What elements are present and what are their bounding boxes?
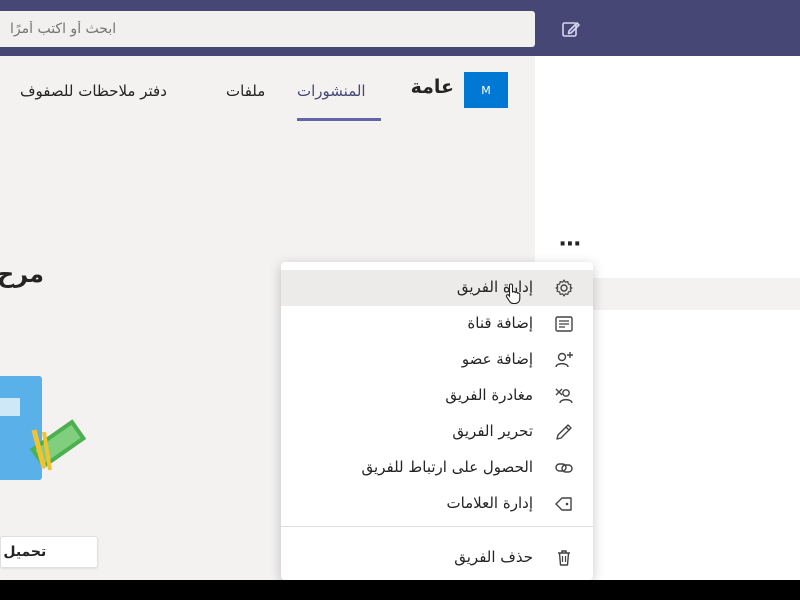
- add-member-icon: [553, 350, 575, 370]
- menu-item-manage-team[interactable]: إدارة الفريق: [281, 270, 593, 306]
- channel-header: M عامة المنشورات ملفات دفتر ملاحظات للصف…: [0, 56, 535, 126]
- channel-title: عامة: [410, 76, 454, 98]
- trash-icon: [553, 548, 575, 568]
- menu-item-label: إضافة قناة: [467, 314, 533, 332]
- mouse-cursor-icon: [505, 283, 523, 305]
- menu-item-add-member[interactable]: إضافة عضو: [281, 342, 593, 378]
- search-box[interactable]: [0, 11, 535, 47]
- menu-item-label: مغادرة الفريق: [445, 386, 533, 404]
- pencil-icon: [553, 422, 575, 442]
- menu-item-label: تحرير الفريق: [452, 422, 533, 440]
- welcome-illustration: [0, 376, 100, 496]
- team-row[interactable]: ⋯ ل: [535, 226, 800, 266]
- teams-window: M عامة المنشورات ملفات دفتر ملاحظات للصف…: [0, 0, 800, 580]
- tag-icon: [553, 494, 575, 514]
- menu-item-label: حذف الفريق: [454, 548, 533, 566]
- menu-item-label: إدارة العلامات: [446, 494, 533, 512]
- upload-button-label: تحميل مو: [1, 544, 47, 560]
- menu-item-delete-team[interactable]: حذف الفريق: [281, 540, 593, 576]
- add-channel-icon: [553, 314, 575, 334]
- menu-item-manage-tags[interactable]: إدارة العلامات: [281, 486, 593, 522]
- team-avatar-initials: M: [481, 83, 491, 97]
- letterbox-bar: [0, 580, 800, 600]
- tab-posts[interactable]: المنشورات: [297, 82, 366, 100]
- team-name-label: ل: [780, 230, 800, 254]
- selected-channel-row[interactable]: [593, 278, 800, 310]
- menu-item-label: الحصول على ارتباط للفريق: [361, 458, 533, 476]
- menu-item-label: إضافة عضو: [461, 350, 533, 368]
- more-options-icon[interactable]: ⋯: [559, 234, 583, 256]
- welcome-heading: مرح: [0, 260, 44, 288]
- menu-item-get-link[interactable]: الحصول على ارتباط للفريق: [281, 450, 593, 486]
- search-input[interactable]: [0, 11, 535, 47]
- tab-class-notebook[interactable]: دفتر ملاحظات للصفوف: [20, 82, 167, 100]
- active-tab-indicator: [297, 118, 381, 121]
- tab-files[interactable]: ملفات: [226, 82, 265, 100]
- menu-item-edit-team[interactable]: تحرير الفريق: [281, 414, 593, 450]
- team-context-menu: إدارة الفريق إضافة قناة إضافة عضو مغادرة…: [281, 262, 593, 580]
- gear-icon: [553, 278, 575, 298]
- menu-divider: [281, 526, 593, 527]
- upload-button[interactable]: تحميل مو: [0, 536, 98, 568]
- menu-item-leave-team[interactable]: مغادرة الفريق: [281, 378, 593, 414]
- new-chat-icon[interactable]: [560, 18, 582, 40]
- top-bar: [0, 0, 800, 56]
- leave-team-icon: [553, 386, 575, 406]
- link-icon: [553, 458, 575, 478]
- team-avatar: M: [464, 72, 508, 108]
- menu-item-add-channel[interactable]: إضافة قناة: [281, 306, 593, 342]
